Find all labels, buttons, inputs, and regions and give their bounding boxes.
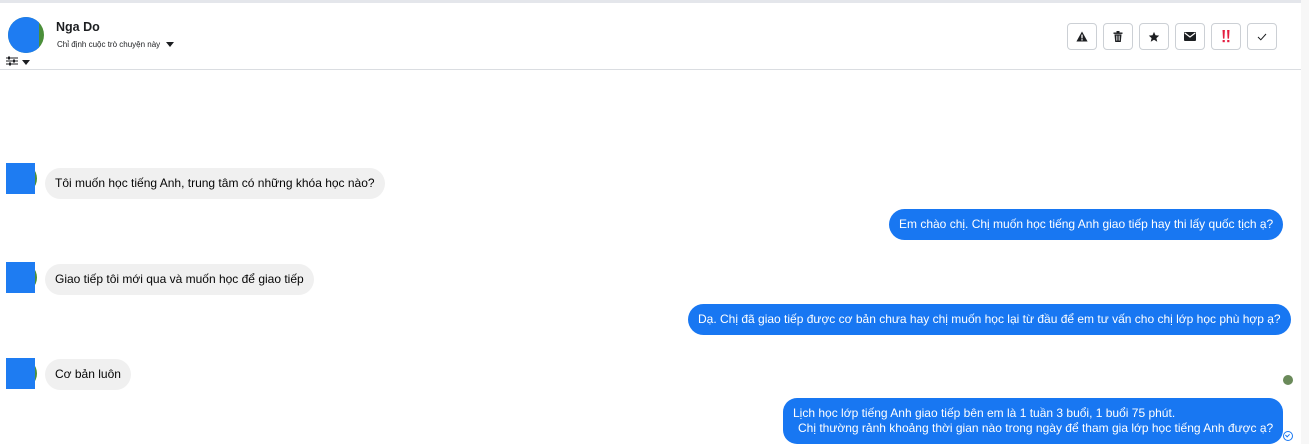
sender-avatar bbox=[6, 163, 37, 194]
star-icon bbox=[1148, 31, 1160, 42]
outgoing-message: Lịch học lớp tiếng Anh giao tiếp bên em … bbox=[783, 398, 1284, 444]
outgoing-message: Dạ. Chị đã giao tiếp được cơ bản chưa ha… bbox=[688, 304, 1291, 335]
checkmark-icon bbox=[1257, 33, 1267, 41]
sender-avatar bbox=[6, 262, 37, 293]
star-button[interactable] bbox=[1139, 23, 1169, 50]
double-exclamation-icon bbox=[1222, 30, 1230, 43]
conversation-header: Nga Do Chỉ định cuộc trò chuyện này bbox=[0, 3, 1301, 70]
incoming-message: Cơ bản luôn bbox=[45, 359, 131, 390]
report-button[interactable] bbox=[1067, 23, 1097, 50]
seen-indicator-avatar bbox=[1283, 375, 1293, 385]
sender-avatar bbox=[6, 358, 37, 389]
outgoing-message: Em chào chị. Chị muốn học tiếng Anh giao… bbox=[889, 209, 1284, 240]
message-line: Lịch học lớp tiếng Anh giao tiếp bên em … bbox=[793, 406, 1176, 420]
conversation-actions bbox=[1067, 23, 1277, 50]
contact-name[interactable]: Nga Do bbox=[56, 20, 100, 34]
envelope-icon bbox=[1184, 32, 1196, 41]
mark-done-button[interactable] bbox=[1247, 23, 1277, 50]
incoming-message: Giao tiếp tôi mới qua và muốn học để gia… bbox=[45, 264, 314, 295]
sent-check-icon bbox=[1283, 431, 1293, 441]
delete-button[interactable] bbox=[1103, 23, 1133, 50]
filter-dropdown[interactable] bbox=[6, 53, 30, 71]
chevron-down-icon bbox=[22, 59, 30, 65]
chevron-down-icon bbox=[166, 42, 175, 47]
scrollbar[interactable] bbox=[1301, 0, 1309, 444]
assign-conversation-dropdown[interactable]: Chỉ định cuộc trò chuyện này bbox=[57, 40, 175, 49]
incoming-message: Tôi muốn học tiếng Anh, trung tâm có nhữ… bbox=[45, 168, 385, 199]
contact-avatar[interactable] bbox=[8, 17, 44, 53]
sliders-icon bbox=[6, 53, 18, 71]
warning-icon bbox=[1076, 31, 1088, 42]
priority-button[interactable] bbox=[1211, 23, 1241, 50]
mark-unread-button[interactable] bbox=[1175, 23, 1205, 50]
message-line: Chị thường rảnh khoảng thời gian nào tro… bbox=[798, 421, 1274, 435]
assign-conversation-label: Chỉ định cuộc trò chuyện này bbox=[57, 40, 161, 49]
trash-icon bbox=[1113, 31, 1123, 42]
